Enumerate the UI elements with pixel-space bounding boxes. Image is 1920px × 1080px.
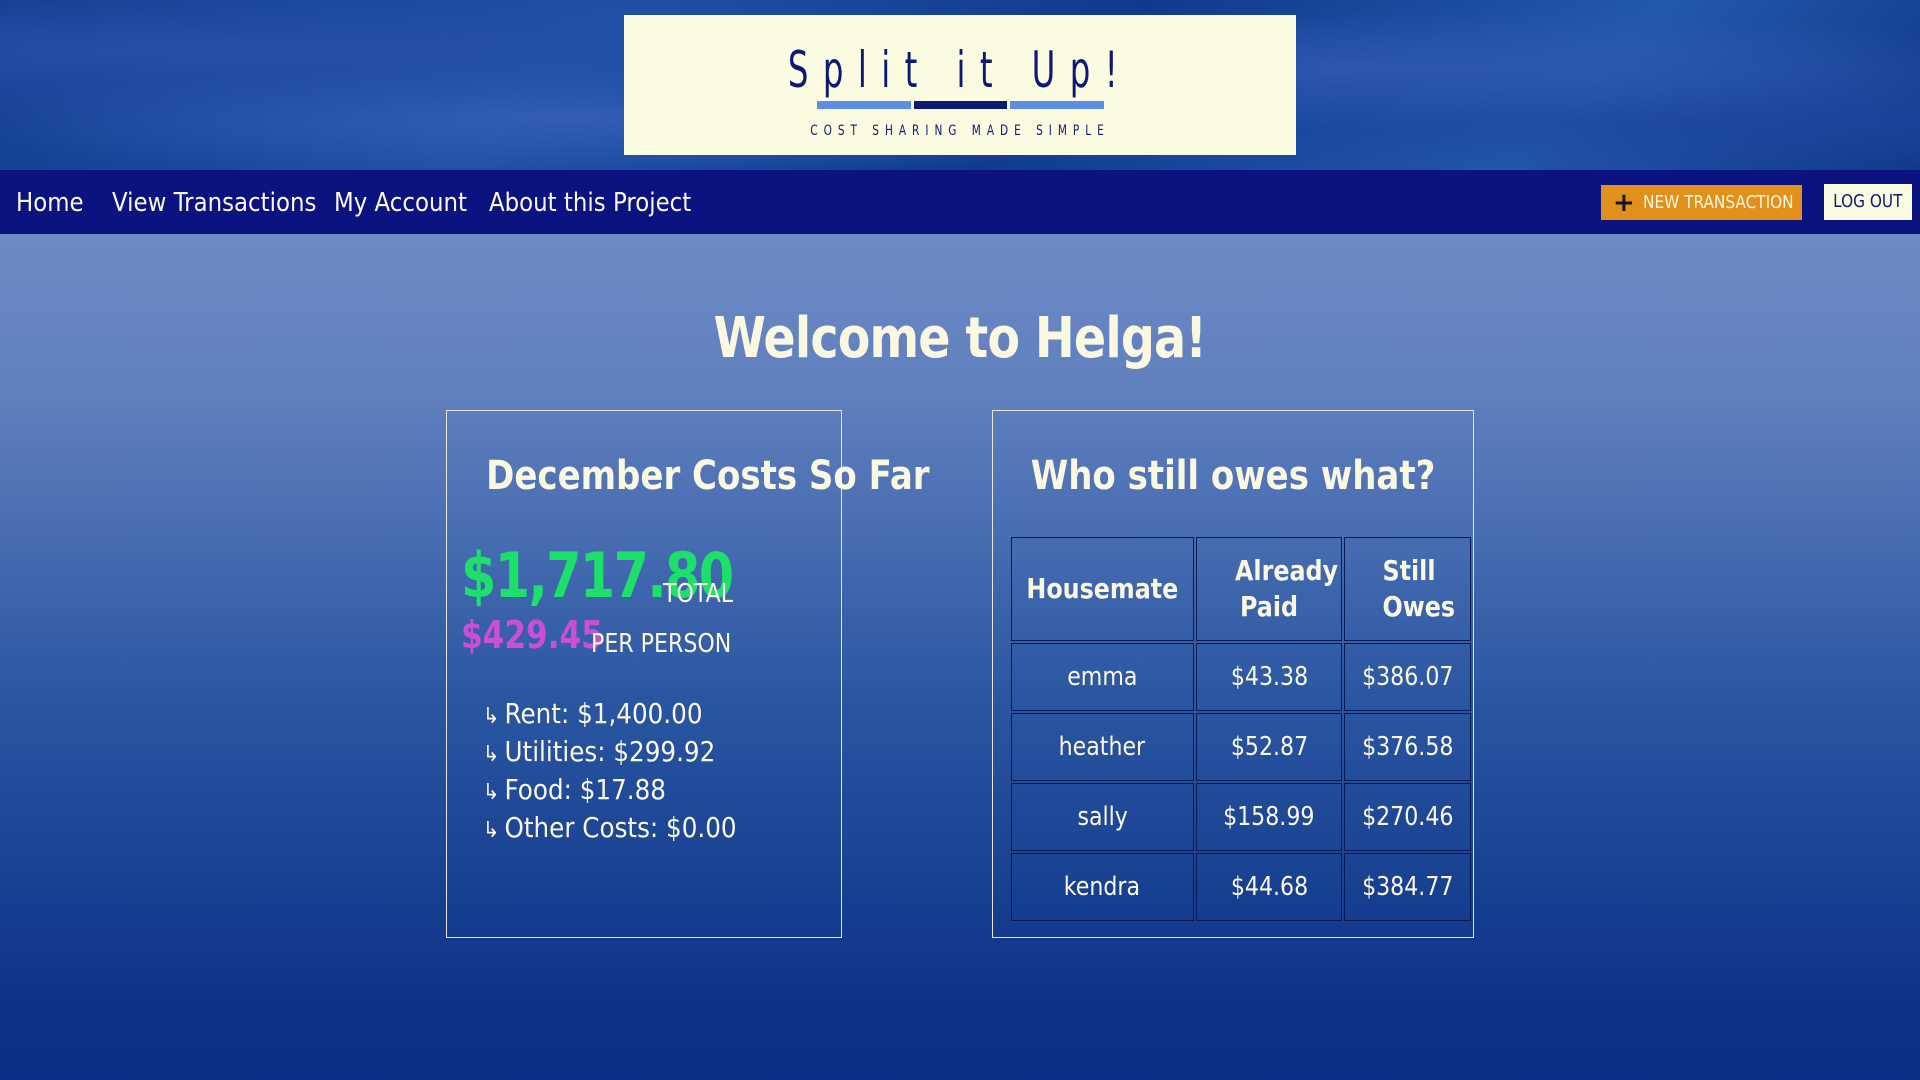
return-arrow-icon: ↳ (483, 742, 500, 767)
cost-breakdown-list: ↳ Rent: $1,400.00 ↳ Utilities: $299.92 ↳ Fo… (483, 695, 771, 847)
owes-cell: $386.07 (1344, 643, 1471, 711)
breakdown-item-utilities: ↳ Utilities: $299.92 (483, 735, 716, 768)
return-arrow-icon: ↳ (483, 818, 500, 843)
paid-cell: $43.38 (1195, 643, 1343, 711)
owes-cell: $376.58 (1344, 713, 1471, 781)
costs-title-text: December Costs So Far (486, 453, 930, 499)
monthly-costs-card: December Costs So Far $1,717.80 TOTAL $4… (446, 410, 930, 938)
costs-card-title: December Costs So Far (447, 453, 929, 499)
plus-icon: + (1613, 188, 1635, 218)
return-arrow-icon: ↳ (483, 704, 500, 729)
who-owes-card: Who still owes what? Housemate Already P… (992, 410, 1474, 938)
table-row: emma $43.38 $386.07 (1011, 643, 1471, 711)
new-transaction-label: NEW TRANSACTION (1642, 192, 1794, 213)
logo-tagline: COST SHARING MADE SIMPLE (810, 123, 1110, 139)
paid-cell: $158.99 (1195, 783, 1343, 851)
breakdown-item-rent: ↳ Rent: $1,400.00 (483, 697, 703, 730)
return-arrow-icon: ↳ (483, 780, 500, 805)
breakdown-item-other: ↳ Other Costs: $0.00 (483, 811, 737, 844)
paid-cell: $44.68 (1195, 853, 1343, 921)
new-transaction-button[interactable]: + NEW TRANSACTION (1601, 185, 1802, 220)
header-still-owes: Still Owes (1344, 537, 1471, 641)
table-row: sally $158.99 $270.46 (1011, 783, 1471, 851)
table-row: heather $52.87 $376.58 (1011, 713, 1471, 781)
header-already-paid: Already Paid (1195, 537, 1343, 641)
housemate-cell: sally (1011, 783, 1194, 851)
table-header-row: Housemate Already Paid Still Owes (1011, 537, 1471, 641)
housemate-cell: emma (1011, 643, 1194, 711)
header-banner: Split it Up! COST SHARING MADE SIMPLE (0, 0, 1920, 170)
page-title: Welcome to Helga! (0, 306, 1920, 371)
logo-underline-bars (817, 101, 1105, 109)
logout-button[interactable]: LOG OUT (1824, 184, 1912, 220)
housemate-cell: heather (1011, 713, 1194, 781)
nav-home-link[interactable]: Home (16, 188, 84, 218)
nav-about-link[interactable]: About this Project (489, 188, 691, 218)
logo-title: Split it Up! (787, 41, 1133, 99)
logout-label: LOG OUT (1833, 191, 1903, 212)
owes-title-text: Who still owes what? (1030, 453, 1436, 499)
nav-my-account-link[interactable]: My Account (334, 188, 467, 218)
owes-table: Housemate Already Paid Still Owes emma $… (1009, 535, 1473, 923)
welcome-text: Welcome to Helga! (713, 306, 1208, 371)
breakdown-item-food: ↳ Food: $17.88 (483, 773, 666, 806)
total-label: TOTAL (663, 579, 734, 609)
per-person-amount: $429.45 (461, 613, 603, 657)
owes-cell: $270.46 (1344, 783, 1471, 851)
header-housemate: Housemate (1011, 537, 1194, 641)
per-person-label: PER PERSON (591, 629, 732, 659)
paid-cell: $52.87 (1195, 713, 1343, 781)
site-logo[interactable]: Split it Up! COST SHARING MADE SIMPLE (624, 15, 1296, 155)
table-row: kendra $44.68 $384.77 (1011, 853, 1471, 921)
housemate-cell: kendra (1011, 853, 1194, 921)
owes-card-title: Who still owes what? (993, 453, 1473, 499)
nav-view-transactions-link[interactable]: View Transactions (112, 188, 316, 218)
owes-cell: $384.77 (1344, 853, 1471, 921)
